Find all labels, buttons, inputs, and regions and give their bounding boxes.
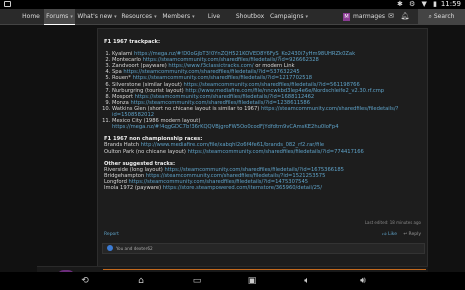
screenshot-icon[interactable]: ▣ [244,272,260,290]
tab-members[interactable]: Members ▾ [160,9,197,24]
list-item: Mexico City (1986 modern layout) https:/… [112,118,426,130]
track-link[interactable]: https://steamcommunity.com/sharedfiles/f… [135,94,315,100]
list-item: Watkins Glen (short no chicane layout is… [112,106,426,118]
track-link[interactable]: https://mega.nz/#!4qgGDC7b!36rKQQVBjgroF… [112,124,339,130]
system-status-icons: ✱ ⚙ ▼ ▮ [396,0,439,8]
recent-apps-icon[interactable]: ▭ [189,272,205,290]
post-body: F1 1967 trackpack: Kyalami https://mega.… [104,39,426,191]
track-link[interactable]: https://steamcommunity.com/sharedfiles/f… [184,82,360,88]
tab-campaigns[interactable]: Campaigns ▾ [269,9,309,24]
track-link[interactable]: https://steamcommunity.com/sharedfiles/f… [131,100,311,106]
forum-post: F1 1967 trackpack: Kyalami https://mega.… [97,28,428,272]
tab-home[interactable]: Home [17,9,45,24]
clock: 11:59 [440,0,461,8]
track-link[interactable]: https://store.steampowered.com/itemstore… [163,185,322,191]
likes-summary: You and dexter62 [102,243,425,254]
home-icon[interactable]: ⌂ [133,272,149,290]
chevron-down-icon: ▾ [192,14,195,20]
android-navigation-bar: ⟲ ⌂ ▭ ▣ 🔈︎ 🔊︎ [0,272,465,290]
envelope-icon[interactable]: ✉ [385,9,397,24]
track-link[interactable]: https://steamcommunity.com/sharedfiles/f… [188,149,364,155]
track-link[interactable]: https://steamcommunity.com/sharedfiles/f… [143,57,319,63]
thumbs-up-icon: 👍︎ [381,232,387,237]
avatar: M [343,12,350,21]
track-link[interactable]: https://www.f3classictracks.com/ [168,63,253,69]
track-link[interactable]: https://steamcommunity.com/sharedfiles/f… [164,167,344,173]
bell-icon[interactable]: 🔔︎ [399,9,411,24]
tab-forums[interactable]: Forums ▾ [44,9,75,25]
tab-resources[interactable]: Resources ▾ [119,9,159,24]
chevron-down-icon: ▾ [305,14,309,20]
volume-down-icon[interactable]: 🔈︎ [299,272,315,290]
track-link[interactable]: https://mega.nz/#!D0oGjbT3!0YnZQH521KOVE… [134,51,355,57]
username: marmages [353,13,386,20]
app-notification-icon [4,1,11,7]
likes-text[interactable]: You and dexter62 [116,244,153,253]
tab-live-timing[interactable]: Live Timing [197,9,231,35]
reply-button[interactable]: ↩ Reply [403,232,421,237]
track-link[interactable]: https://steamcommunity.com/sharedfiles/f… [146,173,326,179]
user-menu[interactable]: M marmages [343,9,385,24]
list-item: Imola 1972 (payware) https://store.steam… [104,184,322,191]
last-edited-text: Last edited: 18 minutes ago [364,220,421,225]
android-status-bar: ✱ ⚙ ▼ ▮ 11:59 [0,0,465,9]
track-link[interactable]: https://steamcommunity.com/sharedfiles/f… [123,69,299,75]
volume-up-icon[interactable]: 🔊︎ [355,272,371,290]
like-button[interactable]: 👍︎ Like [382,232,397,237]
tab-whats-new[interactable]: What's new ▾ [77,9,117,24]
track-link[interactable]: https://steamcommunity.com/sharedfiles/f… [129,179,309,185]
chevron-down-icon: ▾ [154,14,157,20]
search-icon: ⌕ [428,13,432,20]
chevron-down-icon: ▾ [70,14,73,20]
forum-navbar: Home Forums ▾ What's new ▾ Resources ▾ Memb… [0,9,465,35]
reply-icon: ↩ [403,232,408,237]
thumbs-up-icon [107,245,113,251]
accent-divider [103,269,426,270]
search-button[interactable]: ⌕ Search [418,9,465,24]
back-icon[interactable]: ⟲ [77,272,93,290]
track-list: Kyalami https://mega.nz/#!D0oGjbT3!0YnZQ… [104,51,426,130]
track-link[interactable]: http://www.mediafire.com/file/nncwkbd3le… [185,88,384,94]
track-link[interactable]: http://www.mediafire.com/file/xabqhl2o6f… [141,142,324,148]
report-link[interactable]: Report [104,232,119,237]
track-link[interactable]: https://steamcommunity.com/sharedfiles/f… [133,75,313,81]
tab-shoutbox[interactable]: Shoutbox [233,9,267,24]
chevron-down-icon: ▾ [114,14,117,20]
